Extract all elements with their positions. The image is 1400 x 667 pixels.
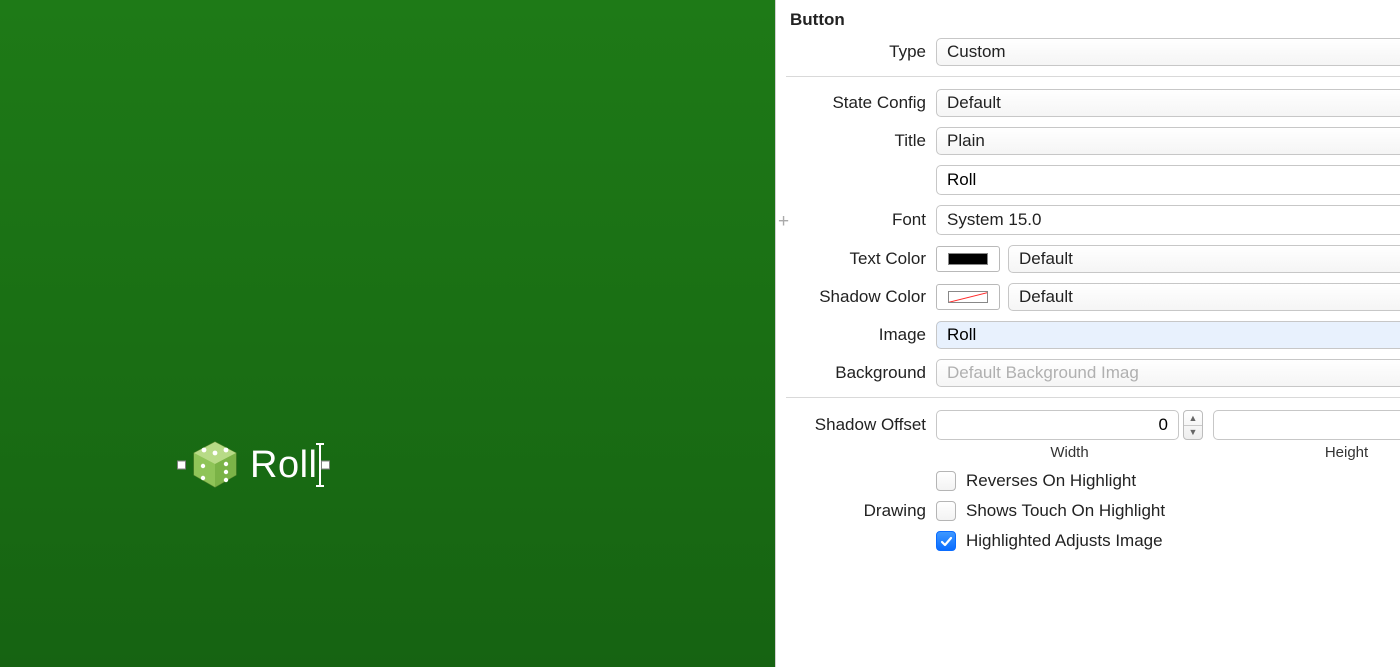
font-label: Font	[786, 210, 926, 230]
shadow-color-dropdown[interactable]: Default	[1008, 283, 1400, 311]
type-label: Type	[786, 42, 926, 62]
shadow-color-label: Shadow Color	[786, 287, 926, 307]
background-combobox[interactable]: Default Background Imag	[936, 359, 1400, 387]
selection-handle-right[interactable]	[321, 461, 330, 470]
reverses-on-highlight-checkbox[interactable]: Reverses On Highlight	[936, 471, 1136, 491]
font-field[interactable]: System 15.0 T	[936, 205, 1400, 235]
width-sublabel: Width	[936, 444, 1203, 461]
text-color-label: Text Color	[786, 249, 926, 269]
shadow-color-swatch-none	[948, 291, 988, 303]
title-label: Title	[786, 131, 926, 151]
stepper-down-icon[interactable]: ▼	[1184, 426, 1202, 440]
text-color-well[interactable]	[936, 246, 1000, 272]
shadow-offset-label: Shadow Offset	[786, 410, 926, 435]
title-text-input[interactable]	[936, 165, 1400, 195]
checkbox-unchecked-icon	[936, 471, 956, 491]
section-header-button: Button	[790, 10, 1400, 30]
state-config-label: State Config	[786, 93, 926, 113]
text-color-swatch	[948, 253, 988, 265]
dice-icon	[190, 440, 240, 490]
divider	[786, 397, 1400, 398]
divider	[786, 76, 1400, 77]
background-label: Background	[786, 363, 926, 383]
selection-handle-left[interactable]	[177, 461, 186, 470]
highlighted-adjusts-image-checkbox[interactable]: Highlighted Adjusts Image	[936, 531, 1163, 551]
image-combobox[interactable]	[936, 321, 1400, 349]
state-config-dropdown[interactable]: Default	[936, 89, 1400, 117]
title-style-dropdown[interactable]: Plain	[936, 127, 1400, 155]
plus-icon[interactable]: +	[778, 211, 789, 233]
roll-button-label: Roll	[250, 444, 317, 487]
stepper-up-icon[interactable]: ▲	[1184, 411, 1202, 426]
image-input[interactable]	[937, 322, 1400, 348]
interface-builder-canvas[interactable]: Roll	[0, 0, 775, 667]
checkbox-checked-icon	[936, 531, 956, 551]
drawing-label: Drawing	[786, 501, 926, 521]
checkbox-unchecked-icon	[936, 501, 956, 521]
attributes-inspector: Button Type Custom State Config Default	[775, 0, 1400, 667]
shadow-offset-width-stepper[interactable]: ▲ ▼	[1183, 410, 1203, 440]
height-sublabel: Height	[1213, 444, 1400, 461]
shadow-offset-width-input[interactable]	[936, 410, 1179, 440]
text-color-dropdown[interactable]: Default	[1008, 245, 1400, 273]
roll-button[interactable]: Roll	[190, 440, 317, 490]
shadow-offset-height-input[interactable]	[1213, 410, 1400, 440]
type-dropdown[interactable]: Custom	[936, 38, 1400, 66]
shadow-color-well[interactable]	[936, 284, 1000, 310]
text-cursor	[319, 444, 321, 486]
image-label: Image	[786, 325, 926, 345]
shows-touch-on-highlight-checkbox[interactable]: Shows Touch On Highlight	[936, 501, 1165, 521]
